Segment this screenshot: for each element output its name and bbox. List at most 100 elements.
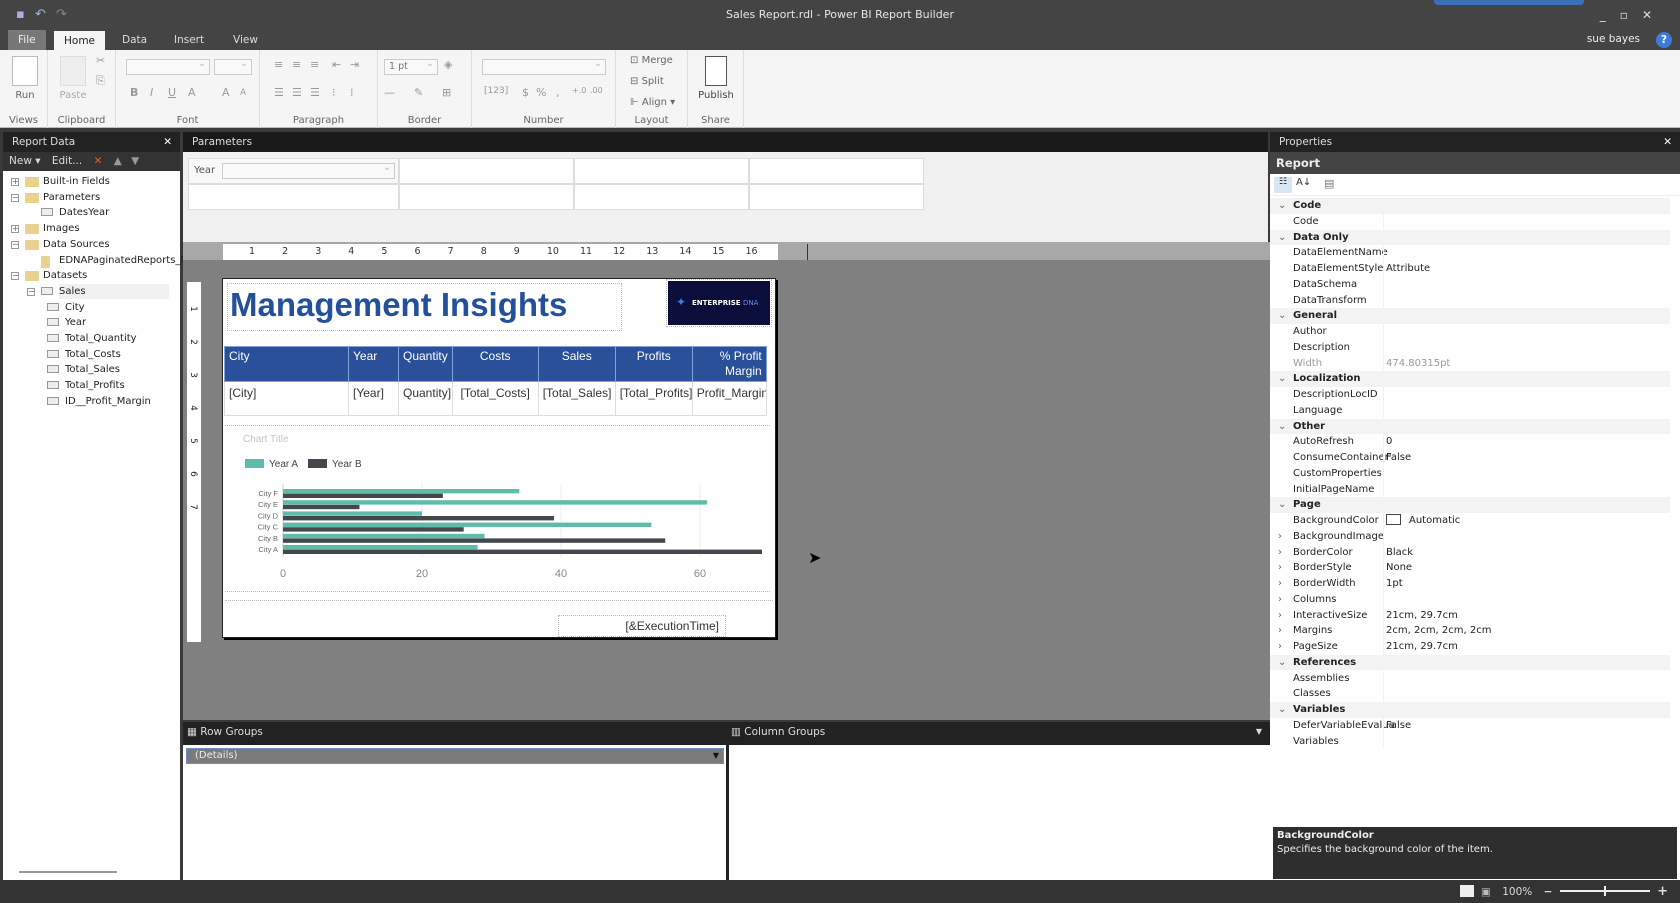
collapse-icon[interactable]: ⌄ (1278, 308, 1286, 324)
page-view-icon[interactable]: ▣ (1481, 886, 1491, 898)
tab-home[interactable]: Home (54, 31, 106, 51)
table-cell[interactable]: [Total_Costs] (451, 381, 539, 416)
alphabetical-icon[interactable]: A↓ (1296, 177, 1311, 188)
borders-icon[interactable]: ⊞ (442, 86, 451, 99)
property-row[interactable]: DataSchema (1270, 276, 1670, 293)
expand-icon[interactable]: › (1278, 545, 1282, 561)
property-value[interactable]: None (1386, 560, 1412, 576)
tree-item[interactable]: Total_Sales (65, 362, 120, 377)
property-row[interactable]: InitialPageName (1270, 481, 1670, 498)
tree-item[interactable]: Built-in Fields (43, 174, 110, 189)
table-header-cell[interactable]: Quantity (398, 346, 453, 382)
property-row[interactable]: DeferVariableEvalua False (1270, 717, 1670, 734)
align-middle-icon[interactable]: ≡ (292, 58, 301, 71)
property-pages-icon[interactable]: ▤ (1324, 177, 1334, 190)
move-down-icon[interactable]: ▼ (131, 155, 139, 167)
merge-button[interactable]: ⊡ Merge (630, 55, 673, 66)
property-value[interactable]: Automatic (1386, 513, 1460, 529)
copy-icon[interactable]: ⎘ (96, 74, 105, 88)
expander-icon[interactable]: − (11, 240, 19, 249)
property-row[interactable]: AutoRefresh 0 (1270, 434, 1670, 450)
report-page[interactable]: Management Insights ✦ ENTERPRISE DNA City… (222, 278, 776, 638)
align-bottom-icon[interactable]: ≡ (310, 58, 319, 71)
table-header-cell[interactable]: Year (348, 346, 399, 382)
property-row[interactable]: › Margins 2cm, 2cm, 2cm, 2cm (1270, 623, 1670, 639)
decrease-indent-icon[interactable]: ⇤ (332, 58, 341, 71)
help-icon[interactable]: ? (1656, 32, 1672, 48)
design-view-icon[interactable] (1459, 885, 1474, 897)
property-row[interactable]: › BorderStyle None (1270, 560, 1670, 576)
logo-frame[interactable]: ✦ ENTERPRISE DNA (666, 279, 772, 327)
expander-icon[interactable]: − (11, 193, 19, 202)
delete-icon[interactable]: ✕ (94, 155, 103, 167)
zoom-slider[interactable] (1559, 886, 1650, 896)
row-group-details[interactable]: (Details) ▼ (186, 748, 724, 764)
close-panel-icon[interactable]: ✕ (1663, 132, 1672, 152)
property-row[interactable]: Author (1270, 324, 1670, 340)
report-title[interactable]: Management Insights (227, 283, 622, 331)
property-category[interactable]: ⌄ Other (1270, 418, 1670, 435)
property-row[interactable]: Description (1270, 339, 1670, 356)
new-button[interactable]: New ▾ (9, 155, 41, 167)
zoom-out-icon[interactable]: − (1544, 886, 1553, 898)
expander-icon[interactable]: + (11, 225, 19, 234)
expand-icon[interactable]: › (1278, 592, 1282, 608)
align-right-icon[interactable]: ☰ (310, 86, 320, 99)
tree-item[interactable]: Total_Quantity (65, 331, 137, 346)
close-icon[interactable]: ✕ (1642, 8, 1666, 22)
tree-item[interactable]: Images (43, 221, 80, 236)
expand-icon[interactable]: › (1278, 623, 1282, 639)
property-row[interactable]: DataTransform (1270, 292, 1670, 309)
align-top-icon[interactable]: ≡ (274, 58, 283, 71)
border-color-icon[interactable]: ✎ (414, 86, 423, 99)
increase-indent-icon[interactable]: ⇥ (350, 58, 359, 71)
tree-item[interactable]: Datasets (43, 268, 87, 283)
property-row[interactable]: ConsumeContainer' False (1270, 450, 1670, 466)
table-header-cell[interactable]: Costs (451, 346, 539, 382)
table-cell[interactable]: Quantity] (398, 381, 453, 416)
collapse-icon[interactable]: ⌄ (1278, 497, 1286, 513)
table-cell[interactable]: [Total_Sales] (537, 381, 616, 416)
border-width-select[interactable]: 1 pt (384, 57, 438, 75)
close-panel-icon[interactable]: ✕ (163, 132, 172, 152)
categorized-icon[interactable]: ☷ (1274, 177, 1292, 193)
color-swatch[interactable] (1386, 514, 1401, 525)
property-row[interactable]: DescriptionLocID (1270, 387, 1670, 403)
collapse-icon[interactable]: ⌄ (1278, 230, 1286, 246)
shrink-font-icon[interactable]: A (240, 88, 246, 98)
property-row[interactable]: Variables (1270, 733, 1670, 750)
align-center-icon[interactable]: ☰ (292, 86, 302, 99)
comma-icon[interactable]: , (556, 86, 560, 99)
parameter-year-select[interactable] (222, 161, 395, 179)
tree-item[interactable]: DatesYear (59, 205, 109, 220)
table-cell[interactable]: Profit_Margin] (691, 381, 767, 416)
publish-button[interactable]: Publish (694, 56, 738, 101)
numbering-icon[interactable]: ⁞ (350, 86, 354, 99)
execution-time-textbox[interactable]: [&ExecutionTime] (558, 615, 726, 637)
font-family-select[interactable] (126, 57, 210, 75)
table-header-cell[interactable]: Profits (614, 346, 693, 382)
decrease-decimals-icon[interactable]: .00 (590, 86, 603, 95)
property-category[interactable]: ⌄ Page (1270, 497, 1670, 513)
groups-menu-icon[interactable]: ▼ (1256, 722, 1262, 742)
property-row[interactable]: BackgroundColor Automatic (1270, 513, 1670, 529)
property-category[interactable]: ⌄ References (1270, 654, 1670, 671)
table-header-cell[interactable]: % Profit Margin (691, 346, 767, 382)
property-row[interactable]: DataElementName (1270, 245, 1670, 261)
property-category[interactable]: ⌄ Code (1270, 198, 1670, 214)
tree-item[interactable]: Year (65, 315, 86, 330)
align-left-icon[interactable]: ☰ (274, 86, 284, 99)
paste-button[interactable]: Paste (56, 56, 90, 101)
line-style-icon[interactable]: — (384, 86, 395, 99)
property-value[interactable]: Black (1386, 545, 1413, 561)
tree-item[interactable]: ID__Profit_Margin (65, 394, 151, 409)
grow-font-icon[interactable]: A (222, 86, 230, 99)
property-row[interactable]: CustomProperties (1270, 465, 1670, 482)
table-cell[interactable]: [City] (224, 381, 349, 416)
expand-icon[interactable]: › (1278, 560, 1282, 576)
design-surface[interactable]: 1 2 3 4 5 6 7 8 9 10 11 12 13 14 15 16 1234567 Manageme… (183, 242, 1270, 720)
edit-button[interactable]: Edit... (52, 155, 82, 167)
move-up-icon[interactable]: ▲ (114, 155, 122, 167)
tree-item[interactable]: Parameters (43, 190, 100, 205)
property-row[interactable]: DataElementStyle Attribute (1270, 261, 1670, 277)
